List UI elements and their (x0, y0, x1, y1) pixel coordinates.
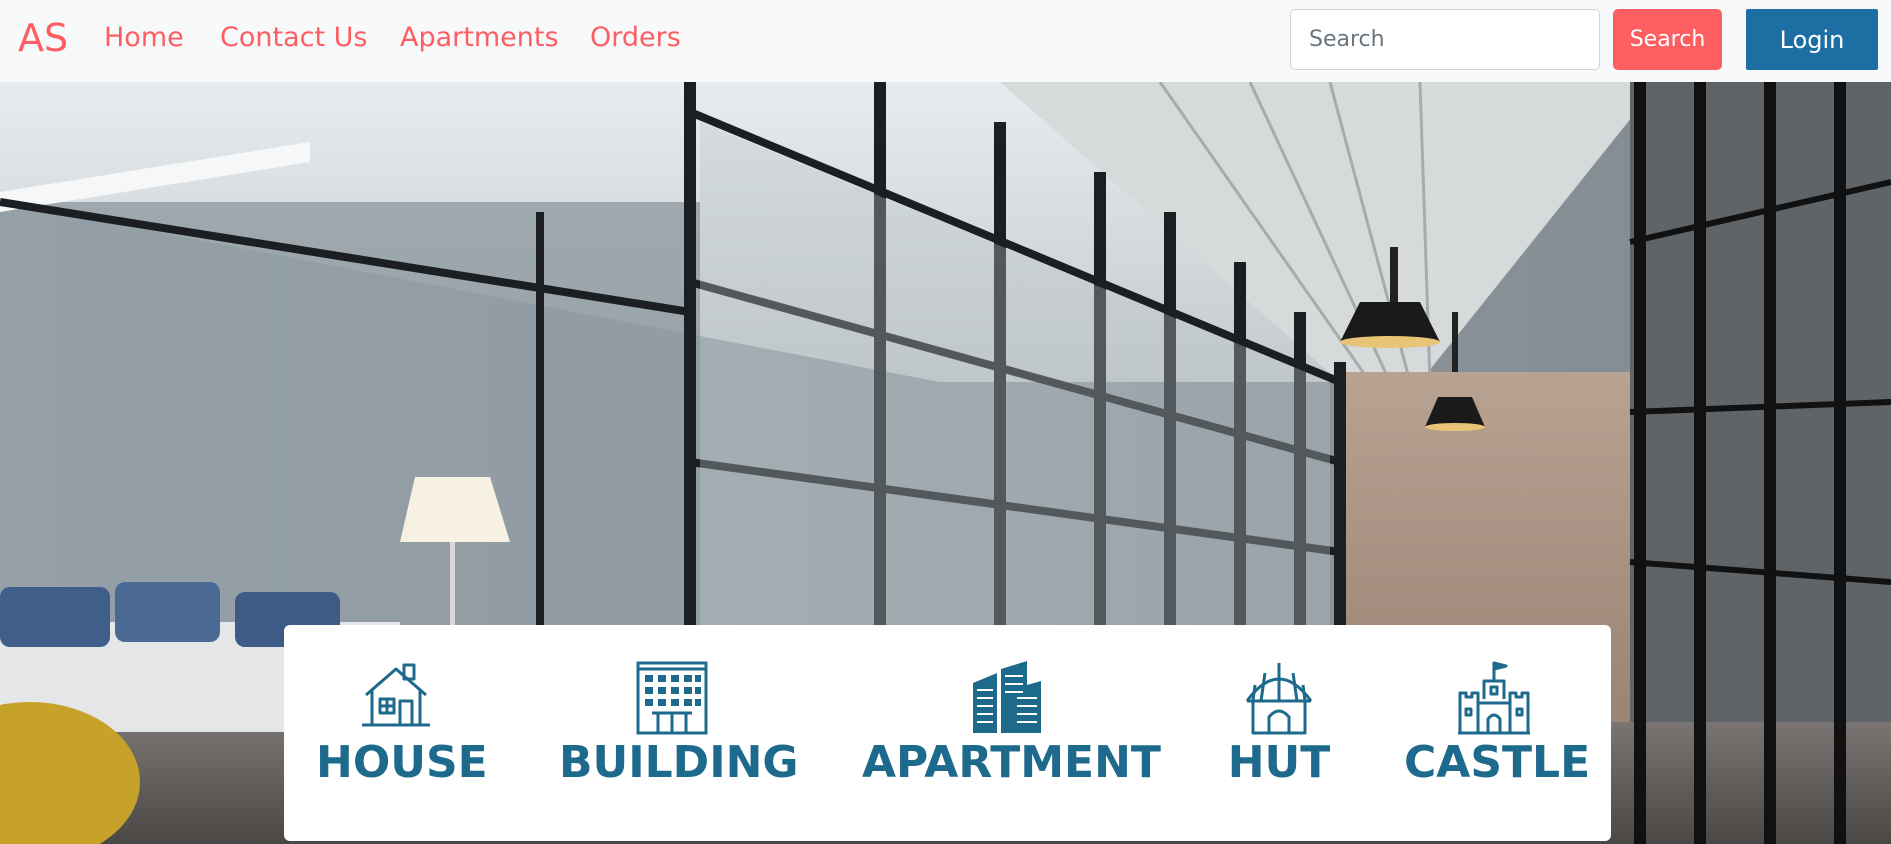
category-panel: HOUSE BUILDING APARTMENT HUT CASTLE (284, 625, 1611, 841)
search-button[interactable]: Search (1613, 9, 1722, 70)
category-apartment[interactable]: APARTMENT (862, 625, 1161, 841)
category-castle[interactable]: CASTLE (1404, 625, 1591, 841)
category-hut-label: HUT (1227, 737, 1331, 788)
nav-link-apartments[interactable]: Apartments (400, 22, 559, 53)
category-hut[interactable]: HUT (1219, 625, 1339, 841)
nav-link-orders[interactable]: Orders (590, 22, 681, 53)
category-building[interactable]: BUILDING (559, 625, 799, 841)
nav-link-home[interactable]: Home (104, 22, 184, 53)
brand-logo[interactable]: AS (18, 16, 68, 60)
building-icon (634, 659, 710, 739)
hut-icon (1241, 659, 1317, 739)
house-icon (360, 659, 432, 735)
apartment-icon (969, 659, 1045, 739)
category-house[interactable]: HOUSE (316, 625, 488, 841)
nav-link-contact-us[interactable]: Contact Us (220, 22, 367, 53)
category-building-label: BUILDING (559, 737, 799, 788)
castle-icon (1456, 659, 1532, 739)
category-apartment-label: APARTMENT (862, 737, 1161, 788)
category-castle-label: CASTLE (1404, 737, 1591, 788)
search-input[interactable] (1290, 9, 1600, 70)
category-house-label: HOUSE (316, 737, 488, 788)
navbar: AS Home Contact Us Apartments Orders Sea… (0, 0, 1891, 82)
login-button[interactable]: Login (1746, 9, 1878, 70)
